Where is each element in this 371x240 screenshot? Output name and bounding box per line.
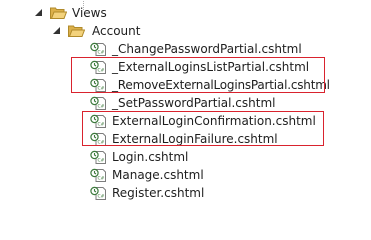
file-name: _ChangePasswordPartial.cshtml [112,42,302,56]
file-item[interactable]: C# _SetPasswordPartial.cshtml [0,94,300,112]
cshtml-file-icon: C# [90,114,107,128]
file-name: Manage.cshtml [112,168,204,182]
file-name: _ExternalLoginsListPartial.cshtml [112,60,310,74]
cshtml-file-icon: C# [90,186,107,200]
file-item[interactable]: C# _RemoveExternalLoginsPartial.cshtml [0,76,330,94]
file-item[interactable]: C# ExternalLoginFailure.cshtml [0,130,300,148]
svg-text:C#: C# [98,176,105,182]
svg-text:C#: C# [98,104,105,110]
file-name: _SetPasswordPartial.cshtml [112,96,276,110]
svg-text:C#: C# [98,158,105,164]
tree-node-label: Views [72,6,107,20]
cshtml-file-icon: C# [90,168,107,182]
folder-open-icon [50,6,68,20]
file-name: _RemoveExternalLoginsPartial.cshtml [112,78,330,92]
svg-text:C#: C# [98,140,105,146]
file-name: ExternalLoginConfirmation.cshtml [112,114,316,128]
folder-open-icon [68,24,86,38]
cshtml-file-icon: C# [90,42,107,56]
file-item[interactable]: C# Login.cshtml [0,148,300,166]
svg-text:C#: C# [98,122,105,128]
tree-node-label: Account [92,24,141,38]
file-name: ExternalLoginFailure.cshtml [112,132,278,146]
file-item[interactable]: C# _ExternalLoginsListPartial.cshtml [0,58,309,76]
svg-text:C#: C# [98,86,105,92]
file-item[interactable]: C# ExternalLoginConfirmation.cshtml [0,112,316,130]
tree-node-account[interactable]: Account [0,22,200,40]
file-item[interactable]: C# Manage.cshtml [0,166,300,184]
expanded-triangle-icon[interactable] [53,22,62,40]
cshtml-file-icon: C# [90,150,107,164]
cshtml-file-icon: C# [90,60,107,74]
cshtml-file-icon: C# [90,132,107,146]
cshtml-file-icon: C# [90,78,107,92]
expanded-triangle-icon[interactable] [35,4,44,22]
cshtml-file-icon: C# [90,96,107,110]
file-name: Login.cshtml [112,150,189,164]
solution-explorer-tree: Views Account C# _ChangePasswordPartial.… [0,0,371,201]
file-item[interactable]: C# _ChangePasswordPartial.cshtml [0,40,302,58]
tree-node-views[interactable]: Views [0,4,200,22]
svg-text:C#: C# [98,50,105,56]
file-name: Register.cshtml [112,186,205,200]
svg-text:C#: C# [98,68,105,74]
svg-text:C#: C# [98,194,105,200]
file-item[interactable]: C# Register.cshtml [0,184,300,202]
